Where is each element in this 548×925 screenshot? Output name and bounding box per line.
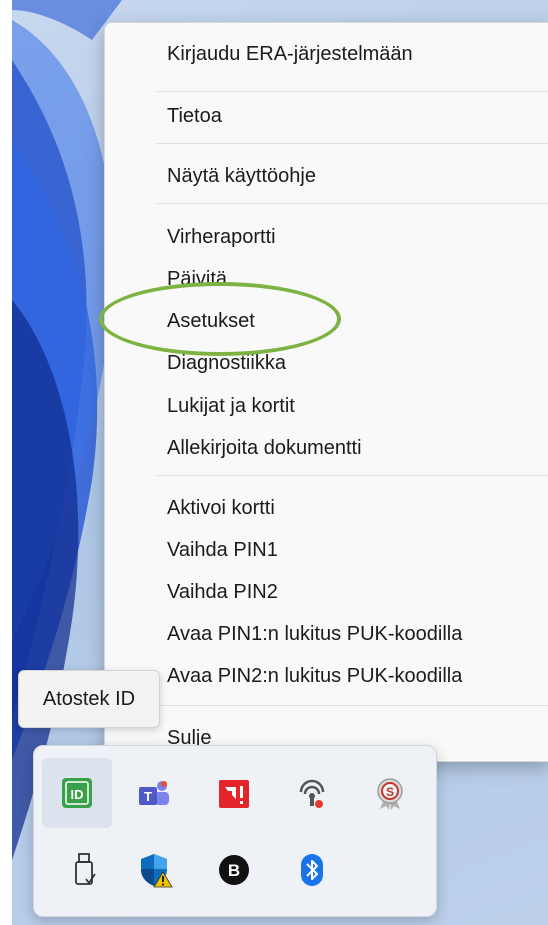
menu-item-show-manual[interactable]: Näytä käyttöohje [167,159,316,193]
webcam-status-icon[interactable] [292,774,332,814]
menu-item-about[interactable]: Tietoa [167,99,222,133]
b-app-label: B [228,861,240,880]
menu-item-settings[interactable]: Asetukset [167,304,255,338]
award-badge-icon[interactable]: S [370,774,410,814]
menu-item-diagnostics[interactable]: Diagnostiikka [167,346,286,380]
menu-item-readers-cards[interactable]: Lukijat ja kortit [167,389,295,423]
teams-icon[interactable]: T [134,774,174,814]
svg-text:S: S [386,785,394,799]
menu-separator [157,705,548,706]
tray-overflow-panel: ID T S B [33,745,437,917]
b-app-icon[interactable]: B [214,850,254,890]
menu-item-sign-document[interactable]: Allekirjoita dokumentti [167,431,362,465]
svg-text:T: T [144,789,152,804]
amd-warning-icon[interactable] [214,774,254,814]
menu-item-unlock-pin1[interactable]: Avaa PIN1:n lukitus PUK-koodilla [167,617,462,651]
menu-separator [157,475,548,476]
menu-item-login-era[interactable]: Kirjaudu ERA-järjestelmään [167,37,413,71]
menu-separator [157,203,548,204]
menu-separator [157,91,548,92]
defender-warning-icon[interactable] [136,850,176,890]
menu-item-activate-card[interactable]: Aktivoi kortti [167,491,275,525]
atostek-id-label: ID [71,787,84,802]
menu-item-update[interactable]: Päivitä [167,262,227,296]
atostek-id-icon[interactable]: ID [42,758,112,828]
menu-item-change-pin2[interactable]: Vaihda PIN2 [167,575,278,609]
menu-item-change-pin1[interactable]: Vaihda PIN1 [167,533,278,567]
context-menu: Kirjaudu ERA-järjestelmään Tietoa Näytä … [104,22,548,762]
menu-separator [157,143,548,144]
menu-item-error-report[interactable]: Virheraportti [167,220,276,254]
tray-tooltip: Atostek ID [18,670,160,728]
menu-item-unlock-pin2[interactable]: Avaa PIN2:n lukitus PUK-koodilla [167,659,462,693]
bluetooth-icon[interactable] [292,850,332,890]
usb-drive-icon[interactable] [64,850,104,890]
